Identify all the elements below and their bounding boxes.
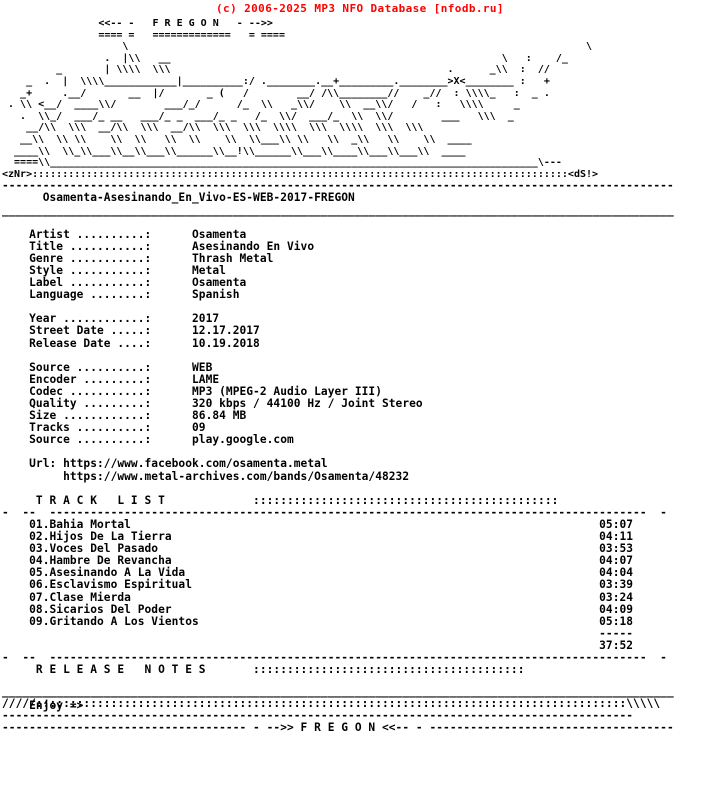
footer-art: ________________________________________… xyxy=(2,684,674,734)
ascii-logo-art: <<-- - F R E G O N - -->> ==== = =======… xyxy=(2,18,599,180)
tracklist-block: T R A C K L I S T ::::::::::::::::::::::… xyxy=(2,493,667,664)
info-block: Artist ..........: Osamenta Title ......… xyxy=(29,227,423,483)
ascii-logo: <<-- - F R E G O N - -->> ==== = =======… xyxy=(0,18,720,180)
nfo-document: (c) 2006-2025 MP3 NFO Database [nfodb.ru… xyxy=(0,0,720,792)
nfodb-copyright-header: (c) 2006-2025 MP3 NFO Database [nfodb.ru… xyxy=(216,2,504,15)
footer-block: ________________________________________… xyxy=(0,684,674,734)
release-name-block: ----------------------------------------… xyxy=(2,179,674,217)
